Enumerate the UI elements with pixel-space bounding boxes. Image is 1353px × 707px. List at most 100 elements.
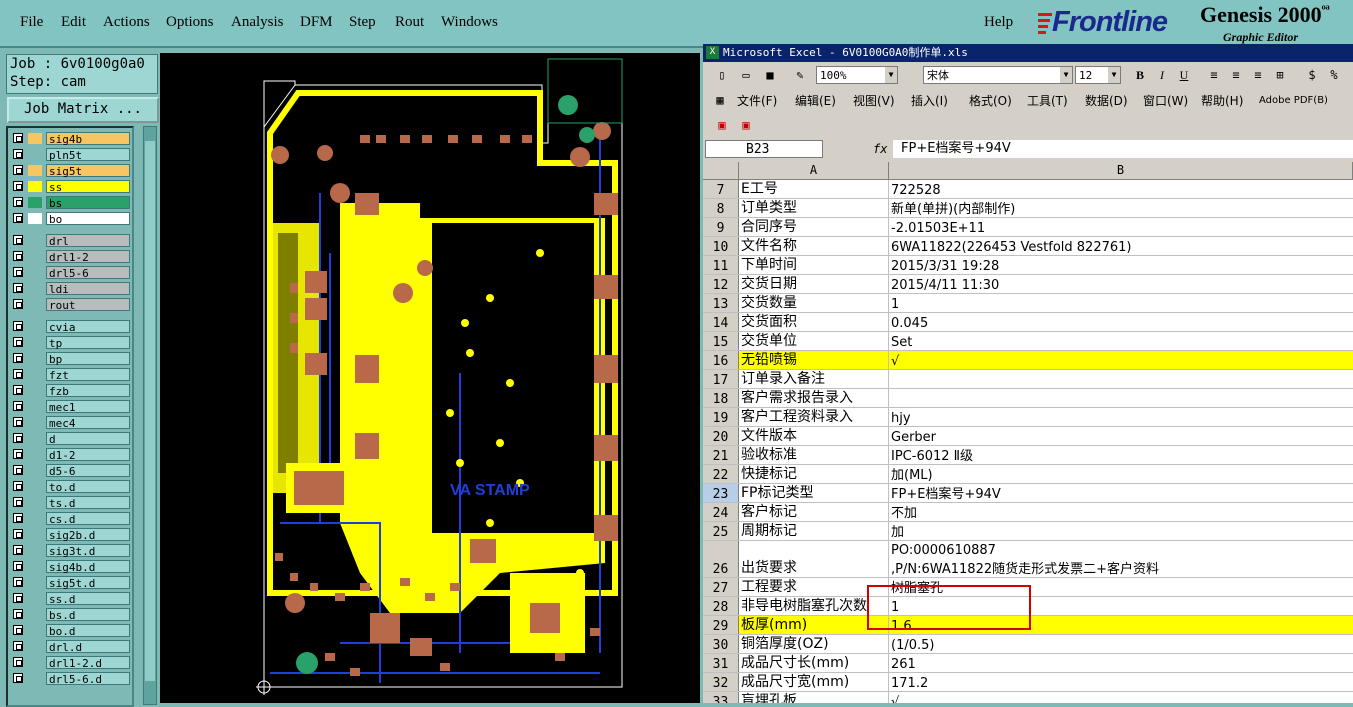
excel-menu-tools[interactable]: 工具(T) [1027,94,1068,108]
table-row[interactable]: 18 客户需求报告录入 [703,389,1353,408]
layer-checkbox[interactable] [13,609,23,619]
layer-name[interactable]: bp [46,352,130,366]
excel-menu-insert[interactable]: 插入(I) [911,94,948,108]
layer-name[interactable]: sig4b.d [46,560,130,574]
cell-b[interactable]: Gerber [889,427,1353,445]
row-number[interactable]: 27 [703,578,739,596]
cell-b[interactable]: 6WA11822(226453 Vestfold 822761) [889,237,1353,255]
menu-options[interactable]: Options [166,14,214,31]
job-matrix-button[interactable]: Job Matrix ... [7,97,159,123]
layer-row[interactable]: bs.d [10,608,132,622]
layer-row[interactable]: fzt [10,368,132,382]
layer-name[interactable]: tp [46,336,130,350]
layer-name[interactable]: bo [46,212,130,226]
layer-name[interactable]: pln5t [46,148,130,162]
layer-row[interactable]: drl1-2 [10,250,132,264]
table-row[interactable]: 12 交货日期 2015/4/11 11:30 [703,275,1353,294]
table-row[interactable]: 24 客户标记 不加 [703,503,1353,522]
layer-row[interactable]: cs.d [10,512,132,526]
layer-checkbox[interactable] [13,641,23,651]
layer-name[interactable]: mec1 [46,400,130,414]
row-number[interactable]: 33 [703,692,739,703]
layer-checkbox[interactable] [13,181,23,191]
cell-b[interactable]: IPC-6012 Ⅱ级 [889,446,1353,464]
layer-checkbox[interactable] [13,197,23,207]
cell-a[interactable]: 交货单位 [739,332,889,350]
cell-a[interactable]: 出货要求 [739,541,889,577]
layer-name[interactable]: to.d [46,480,130,494]
italic-button[interactable]: I [1153,67,1171,83]
menu-windows[interactable]: Windows [441,14,498,31]
table-row[interactable]: 19 客户工程资料录入 hjy [703,408,1353,427]
percent-icon[interactable]: % [1325,67,1343,83]
row-number[interactable]: 24 [703,503,739,521]
row-number[interactable]: 14 [703,313,739,331]
currency-icon[interactable]: $ [1303,67,1321,83]
cell-a[interactable]: 客户工程资料录入 [739,408,889,426]
layer-row[interactable]: sig4b.d [10,560,132,574]
menu-dfm[interactable]: DFM [300,14,333,31]
layer-checkbox[interactable] [13,545,23,555]
layer-row[interactable]: fzb [10,384,132,398]
layer-row[interactable]: mec4 [10,416,132,430]
format-painter-icon[interactable]: ✎ [791,67,809,83]
row-number[interactable]: 17 [703,370,739,388]
cell-a[interactable]: 订单类型 [739,199,889,217]
table-row[interactable]: 30 铜箔厚度(OZ) (1/0.5) [703,635,1353,654]
layer-row[interactable]: ts.d [10,496,132,510]
layer-name[interactable]: d5-6 [46,464,130,478]
excel-menu-adobe-pdf[interactable]: Adobe PDF(B) [1259,94,1328,108]
layer-row[interactable]: bo.d [10,624,132,638]
font-size-select[interactable]: 12 ▼ [1075,66,1121,84]
layer-row[interactable]: sig2b.d [10,528,132,542]
layer-checkbox[interactable] [13,283,23,293]
layer-color-swatch[interactable] [28,213,42,224]
layer-row[interactable]: bs [10,196,132,210]
cell-b[interactable]: 722528 [889,180,1353,198]
row-number[interactable]: 26 [703,541,739,577]
layer-name[interactable]: mec4 [46,416,130,430]
layer-name[interactable]: drl5-6 [46,266,130,280]
row-number[interactable]: 16 [703,351,739,369]
layer-row[interactable]: pln5t [10,148,132,162]
cell-a[interactable]: 订单录入备注 [739,370,889,388]
layer-name[interactable]: fzb [46,384,130,398]
excel-menu-edit[interactable]: 编辑(E) [795,94,836,108]
layer-name[interactable]: drl [46,234,130,248]
cell-b[interactable]: 261 [889,654,1353,672]
layer-name[interactable]: cs.d [46,512,130,526]
merge-center-icon[interactable]: ⊞ [1271,67,1289,83]
layer-row[interactable]: sig4b [10,132,132,146]
open-folder-icon[interactable]: ▭ [737,67,755,83]
excel-menu-help[interactable]: 帮助(H) [1201,94,1243,108]
layer-checkbox[interactable] [13,529,23,539]
layer-name[interactable]: bo.d [46,624,130,638]
excel-titlebar[interactable]: X Microsoft Excel - 6V0100G0A0制作单.xls [703,44,1353,62]
table-row[interactable]: 25 周期标记加 [703,522,1353,541]
table-row[interactable]: 13 交货数量 1 [703,294,1353,313]
pdf-convert-icon[interactable]: ▣ [713,117,731,133]
row-number[interactable]: 29 [703,616,739,634]
cell-a[interactable]: 快捷标记 [739,465,889,483]
table-row[interactable]: 16 无铅喷锡 √ [703,351,1353,370]
pdf-email-icon[interactable]: ▣ [737,117,755,133]
layer-row[interactable]: ss.d [10,592,132,606]
fx-icon[interactable]: fx [873,140,893,158]
layer-row[interactable]: mec1 [10,400,132,414]
row-number[interactable]: 19 [703,408,739,426]
layer-color-swatch[interactable] [28,133,42,144]
cell-b[interactable]: √ [889,692,1353,703]
layer-row[interactable]: drl.d [10,640,132,654]
table-row[interactable]: 33 盲埋孔板 √ [703,692,1353,703]
zoom-select[interactable]: 100% ▼ [816,66,898,84]
layer-name[interactable]: sig5t [46,164,130,178]
pcb-graphic-canvas[interactable]: VA STAMP [160,53,700,703]
layer-name[interactable]: sig3t.d [46,544,130,558]
layer-checkbox[interactable] [13,481,23,491]
cell-b[interactable]: Set [889,332,1353,350]
layer-name[interactable]: drl1-2.d [46,656,130,670]
table-row[interactable]: 20 文件版本 Gerber [703,427,1353,446]
layer-name[interactable]: drl5-6.d [46,672,130,686]
cell-a[interactable]: E工号 [739,180,889,198]
layer-name[interactable]: d [46,432,130,446]
